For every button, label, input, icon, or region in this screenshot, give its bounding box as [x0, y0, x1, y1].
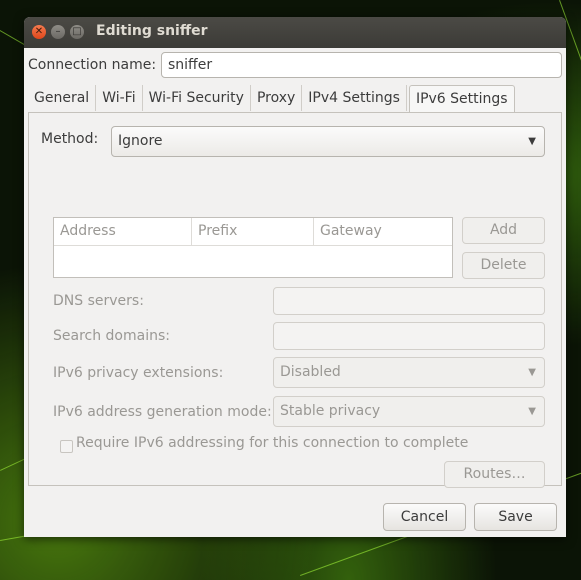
ipv6-privacy-value: Disabled — [280, 364, 341, 380]
chevron-down-icon: ▼ — [528, 136, 536, 147]
save-button[interactable]: Save — [474, 503, 557, 531]
search-domains-label: Search domains: — [53, 328, 170, 344]
search-domains-input[interactable] — [273, 322, 545, 350]
column-gateway[interactable]: Gateway — [314, 218, 452, 245]
ipv6-settings-panel: Method: Ignore ▼ Address Prefix Gateway … — [28, 112, 562, 488]
edit-connection-dialog: ✕ – □ Editing sniffer Connection name: s… — [24, 17, 566, 537]
method-value: Ignore — [118, 133, 163, 149]
tab-proxy[interactable]: Proxy — [251, 85, 303, 111]
address-generation-label: IPv6 address generation mode: — [53, 404, 272, 420]
address-generation-value: Stable privacy — [280, 403, 381, 419]
tab-wifi[interactable]: Wi-Fi — [96, 85, 143, 111]
tab-wifi-security[interactable]: Wi-Fi Security — [143, 85, 251, 111]
tab-ipv6-settings[interactable]: IPv6 Settings — [408, 85, 515, 112]
require-ipv6-label: Require IPv6 addressing for this connect… — [76, 435, 469, 451]
connection-name-label: Connection name: — [28, 57, 157, 73]
tab-ipv4-settings[interactable]: IPv4 Settings — [302, 85, 407, 111]
chevron-down-icon: ▼ — [528, 406, 536, 417]
tab-general[interactable]: General — [28, 85, 97, 111]
address-table-header: Address Prefix Gateway — [54, 218, 452, 246]
dns-servers-label: DNS servers: — [53, 293, 144, 309]
chevron-down-icon: ▼ — [528, 367, 536, 378]
connection-name-input[interactable]: sniffer — [161, 52, 562, 78]
title-bar: ✕ – □ Editing sniffer — [24, 17, 566, 48]
add-button[interactable]: Add — [462, 217, 545, 244]
tab-bar: General Wi-Fi Wi-Fi Security Proxy IPv4 … — [28, 85, 515, 112]
minimize-button[interactable]: – — [51, 25, 65, 39]
address-generation-dropdown[interactable]: Stable privacy ▼ — [273, 396, 545, 427]
dns-servers-input[interactable] — [273, 287, 545, 315]
column-prefix[interactable]: Prefix — [192, 218, 314, 245]
close-button[interactable]: ✕ — [32, 25, 46, 39]
method-dropdown[interactable]: Ignore ▼ — [111, 126, 545, 157]
maximize-button[interactable]: □ — [70, 25, 84, 39]
address-table[interactable]: Address Prefix Gateway — [53, 217, 453, 278]
ipv6-privacy-dropdown[interactable]: Disabled ▼ — [273, 357, 545, 388]
method-label: Method: — [41, 131, 99, 147]
cancel-button[interactable]: Cancel — [383, 503, 466, 531]
delete-button[interactable]: Delete — [462, 252, 545, 279]
ipv6-privacy-label: IPv6 privacy extensions: — [53, 365, 224, 381]
window-title: Editing sniffer — [96, 23, 208, 39]
column-address[interactable]: Address — [54, 218, 192, 245]
require-ipv6-checkbox[interactable] — [60, 440, 73, 453]
routes-button[interactable]: Routes… — [444, 461, 545, 488]
